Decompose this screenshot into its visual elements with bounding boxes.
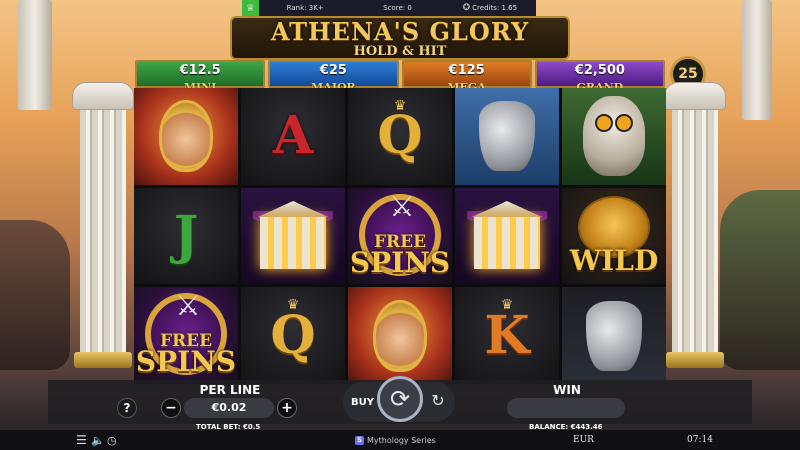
clock-icon[interactable]: ◷ <box>107 434 117 447</box>
series-branding: S Mythology Series <box>355 435 436 445</box>
win-label: WIN <box>553 383 581 397</box>
game-logo: ATHENA'S GLORY HOLD & HIT <box>230 16 570 60</box>
credits-text: Credits: 1.65 <box>472 4 518 12</box>
rank-text: Rank: 3K+ <box>286 4 324 12</box>
spin-button[interactable]: ⟳ <box>377 376 423 422</box>
temple-icon <box>467 197 547 275</box>
spin-icon: ⟳ <box>389 385 411 413</box>
pillar-left <box>72 82 134 382</box>
crossed-swords-icon: ⚔ <box>175 289 200 323</box>
crown-icon: ♛ <box>286 297 300 314</box>
owl-icon <box>583 96 645 177</box>
reel-5: WILD <box>562 88 666 385</box>
vase-icon <box>586 300 642 371</box>
reel-grid: J ⚔ FREE SPINS A ♛ Q ♛ Q ⚔ FREE SPINS ♛ K WIL… <box>134 88 666 385</box>
currency-text: EUR <box>573 435 594 445</box>
symbol-free-spins: ⚔ FREE SPINS <box>348 187 452 285</box>
bet-per-line-value: €0.02 <box>184 398 274 418</box>
series-name: Mythology Series <box>367 435 436 445</box>
pillar-right <box>664 82 726 382</box>
athena-portrait-icon <box>159 100 213 173</box>
symbol-owl <box>562 88 666 185</box>
floating-island-left <box>0 220 70 370</box>
jackpot-grand-value: €2,500 <box>574 63 625 78</box>
jackpot-row: €12.5 MINI €25 MAJOR €125 MEGA €2,500 GR… <box>135 60 665 94</box>
reel-4: ♛ K <box>455 88 559 385</box>
help-button[interactable]: ? <box>117 398 137 418</box>
temple-icon <box>253 197 333 275</box>
symbol-j: J <box>134 187 238 285</box>
autoplay-icon: ↻ <box>431 390 445 410</box>
jackpot-major-value: €25 <box>319 63 347 78</box>
per-line-label: PER LINE <box>199 383 261 397</box>
symbol-free-spins: ⚔ FREE SPINS <box>134 287 238 385</box>
floating-island-right <box>720 190 800 370</box>
symbol-q: ♛ Q <box>241 287 345 385</box>
score-text: Score: 0 <box>383 4 412 12</box>
jackpot-grand: €2,500 GRAND <box>534 60 665 94</box>
jackpot-mini: €12.5 MINI <box>135 60 266 94</box>
win-value <box>507 398 625 418</box>
speaker-icon[interactable]: 🔈 <box>91 434 105 447</box>
clock-time: 07:14 <box>687 435 713 445</box>
game-subtitle: HOLD & HIT <box>353 44 447 59</box>
symbol-vase <box>562 287 666 385</box>
symbol-a: A <box>241 88 345 185</box>
reel-2: A ♛ Q <box>241 88 345 385</box>
symbol-q: ♛ Q <box>348 88 452 185</box>
crown-icon: ♛ <box>393 98 407 114</box>
vase-icon <box>479 101 535 172</box>
credits-cell: ✪ Credits: 1.65 <box>444 3 536 13</box>
symbol-athena <box>348 287 452 385</box>
star-icon: ✪ <box>462 3 471 13</box>
series-logo-icon: S <box>355 435 364 445</box>
jackpot-mini-value: €12.5 <box>179 63 221 78</box>
symbol-k: ♛ K <box>455 287 559 385</box>
crossed-swords-icon: ⚔ <box>389 189 414 223</box>
autoplay-button[interactable]: ↻ <box>428 390 448 410</box>
game-title: ATHENA'S GLORY <box>270 17 530 46</box>
symbol-wild: WILD <box>562 187 666 285</box>
reel-3: ♛ Q ⚔ FREE SPINS <box>348 88 452 385</box>
athena-portrait-icon <box>373 299 427 372</box>
buy-feature-button[interactable]: BUY <box>351 397 374 408</box>
symbol-athena <box>134 88 238 185</box>
jackpot-major: €25 MAJOR <box>268 60 399 94</box>
symbol-vase <box>455 88 559 185</box>
crown-icon: ♛ <box>500 297 514 314</box>
reel-1: J ⚔ FREE SPINS <box>134 88 238 385</box>
decrease-bet-button[interactable]: − <box>161 398 181 418</box>
symbol-temple <box>241 187 345 285</box>
system-footer: ☰ 🔈 ◷ S Mythology Series EUR 07:14 <box>0 430 800 450</box>
menu-icon[interactable]: ☰ <box>76 433 87 447</box>
symbol-temple <box>455 187 559 285</box>
stats-bar: ♕ Rank: 3K+ Score: 0 ✪ Credits: 1.65 <box>242 0 536 17</box>
background-column-right <box>742 0 772 120</box>
jackpot-mega-value: €125 <box>448 63 485 78</box>
increase-bet-button[interactable]: + <box>277 398 297 418</box>
jackpot-mega: €125 MEGA <box>401 60 532 94</box>
background-column-left <box>18 0 52 110</box>
trophy-icon[interactable]: ♕ <box>242 0 259 17</box>
